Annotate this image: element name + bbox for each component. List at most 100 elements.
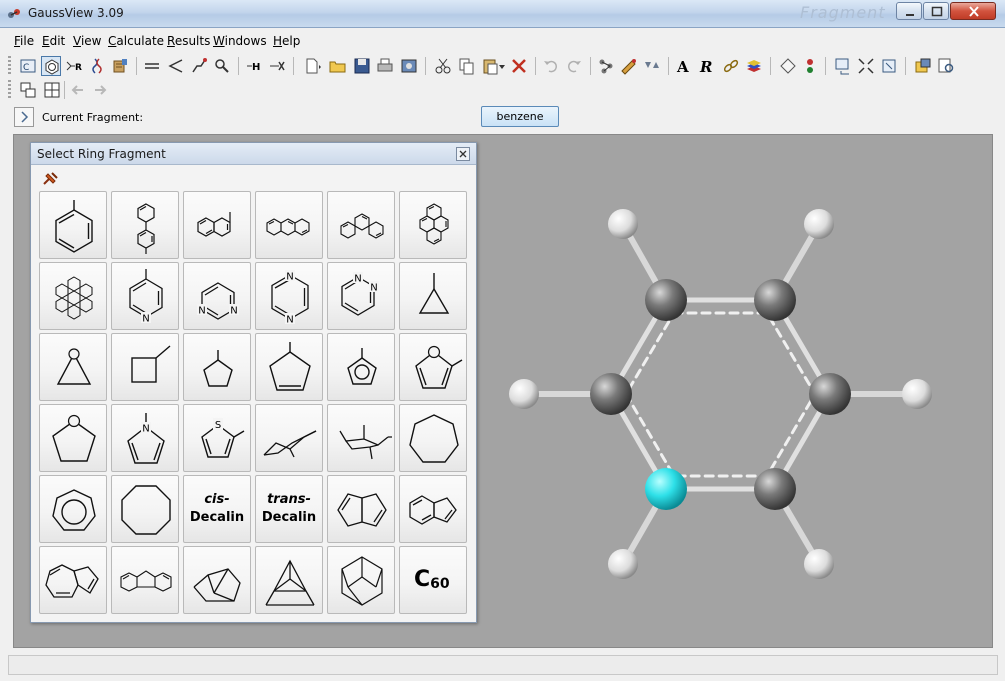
window-arrange-icon[interactable] [833, 56, 853, 76]
forward-arrow-icon[interactable] [90, 80, 110, 100]
ring-fragment-icon[interactable] [41, 56, 61, 76]
rotate-view-icon[interactable] [879, 56, 899, 76]
print-preview-icon[interactable] [936, 56, 956, 76]
fragment-fluorene[interactable] [111, 546, 179, 614]
open-group-icon[interactable] [913, 56, 933, 76]
fragment-norbornane[interactable] [183, 546, 251, 614]
pin-icon[interactable] [40, 170, 60, 188]
close-button[interactable] [950, 2, 996, 20]
clean-icon[interactable] [596, 56, 616, 76]
menu-edit[interactable]: Edit [42, 34, 65, 48]
ring-bonds [608, 297, 833, 492]
undo-icon[interactable] [541, 56, 561, 76]
fragment-cycloheptatrienyl[interactable] [39, 475, 107, 543]
cascade-windows-icon[interactable] [18, 80, 38, 100]
inquire-icon[interactable] [212, 56, 232, 76]
fragment-tetrahydrofuran[interactable] [39, 404, 107, 472]
paste-menu-chevron-down-icon[interactable] [497, 56, 507, 76]
fragment-phenanthrene[interactable] [327, 191, 395, 259]
modify-angle-icon[interactable] [166, 56, 186, 76]
element-fragment-icon[interactable]: C [18, 56, 38, 76]
new-file-icon[interactable] [302, 56, 322, 76]
r-group-fragment-icon[interactable]: R [64, 56, 84, 76]
custom-fragment-icon[interactable] [110, 56, 130, 76]
menu-view[interactable]: View [73, 34, 101, 48]
fragment-furan[interactable] [399, 333, 467, 401]
menu-windows[interactable]: Windows [213, 34, 267, 48]
atom-labels-icon[interactable]: A [674, 56, 694, 76]
save-icon[interactable] [352, 56, 372, 76]
fit-view-icon[interactable] [856, 56, 876, 76]
fragment-cycloheptane[interactable] [399, 404, 467, 472]
menu-file[interactable]: File [14, 34, 34, 48]
point-group-icon[interactable] [778, 56, 798, 76]
fragment-cyclohexane-chair[interactable] [255, 404, 323, 472]
menu-help[interactable]: Help [273, 34, 300, 48]
layers-icon[interactable] [744, 56, 764, 76]
results-icon[interactable]: R [697, 56, 717, 76]
open-file-icon[interactable] [328, 56, 348, 76]
toolbar-grip[interactable] [8, 80, 11, 100]
cis-decalin-prefix: cis- [204, 492, 230, 507]
back-arrow-icon[interactable] [68, 80, 88, 100]
fragment-azulene[interactable] [39, 546, 107, 614]
fragment-trans-decalin[interactable]: trans- Decalin [255, 475, 323, 543]
fragment-thiophene[interactable]: S [183, 404, 251, 472]
modify-dihedral-icon[interactable] [189, 56, 209, 76]
delete-atom-icon[interactable] [267, 56, 287, 76]
fragment-pyrimidine[interactable]: N N [183, 262, 251, 330]
pyrrole-structure-icon: N [127, 413, 165, 464]
fragment-cyclopentadienyl[interactable] [327, 333, 395, 401]
cut-icon[interactable] [433, 56, 453, 76]
toolbar-grip[interactable] [8, 56, 11, 76]
fragment-pyrene[interactable] [399, 191, 467, 259]
fragment-cyclopentene[interactable] [255, 333, 323, 401]
mirror-invert-icon[interactable] [642, 56, 662, 76]
cyclopentane-structure-icon [203, 350, 233, 387]
fragment-biphenyl[interactable] [111, 191, 179, 259]
charge-icon[interactable] [800, 56, 820, 76]
fragment-naphthalene[interactable] [183, 191, 251, 259]
fragment-cis-decalin[interactable]: cis- Decalin [183, 475, 251, 543]
tile-windows-icon[interactable] [42, 80, 62, 100]
fragment-pentalene[interactable] [327, 475, 395, 543]
selected-atom[interactable] [645, 468, 687, 510]
fragment-pyridine[interactable]: N [111, 262, 179, 330]
fragment-pyrrole[interactable]: N [111, 404, 179, 472]
add-hydrogen-icon[interactable]: H [244, 56, 264, 76]
maximize-button[interactable] [923, 2, 949, 20]
fragment-cyclobutane[interactable] [111, 333, 179, 401]
panel-close-button[interactable] [456, 147, 470, 161]
delete-icon[interactable] [509, 56, 529, 76]
bonds-link-icon[interactable] [721, 56, 741, 76]
copy-icon[interactable] [456, 56, 476, 76]
minimize-button[interactable] [896, 2, 922, 20]
fragment-benzene[interactable] [39, 191, 107, 259]
redo-icon[interactable] [564, 56, 584, 76]
menu-calculate[interactable]: Calculate [108, 34, 164, 48]
panel-title-bar[interactable]: Select Ring Fragment [31, 143, 476, 165]
fragment-coronene[interactable] [39, 262, 107, 330]
fragment-c60[interactable]: C60 [399, 546, 467, 614]
fragment-cyclooctane[interactable] [111, 475, 179, 543]
symmetrize-icon[interactable] [619, 56, 639, 76]
current-fragment-button[interactable]: benzene [481, 106, 559, 127]
fragment-pyridazine[interactable]: N N [327, 262, 395, 330]
fragment-pyrazine[interactable]: N N [255, 262, 323, 330]
biological-fragment-icon[interactable] [87, 56, 107, 76]
fragment-indene[interactable] [399, 475, 467, 543]
fragment-cyclopentane[interactable] [183, 333, 251, 401]
fragment-bicyclooctane[interactable] [255, 546, 323, 614]
menu-results[interactable]: Results [167, 34, 210, 48]
fragment-expand-button[interactable] [14, 107, 34, 127]
pyridine-structure-icon: N [129, 269, 163, 325]
fragment-anthracene[interactable] [255, 191, 323, 259]
fragment-adamantane[interactable] [327, 546, 395, 614]
fragment-cyclopropane[interactable] [399, 262, 467, 330]
norbornane-structure-icon [193, 568, 241, 602]
modify-bond-icon[interactable] [142, 56, 162, 76]
fragment-cyclohexane-boat[interactable] [327, 404, 395, 472]
print-icon[interactable] [375, 56, 395, 76]
fragment-oxirane[interactable] [39, 333, 107, 401]
save-image-icon[interactable] [399, 56, 419, 76]
